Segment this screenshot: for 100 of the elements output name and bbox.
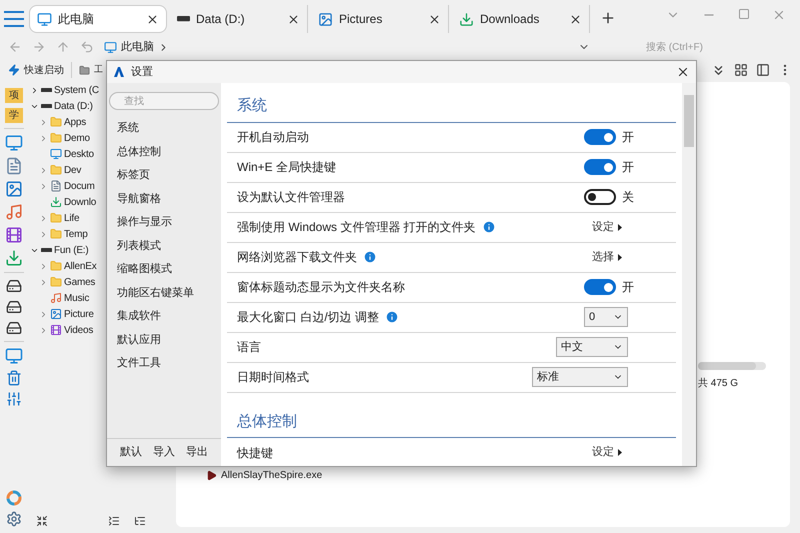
search-field[interactable]: 搜索 (Ctrl+F) <box>600 38 800 56</box>
caret-icon <box>618 224 622 230</box>
tree-item[interactable]: Life <box>64 210 80 226</box>
settings-icon[interactable] <box>6 511 22 527</box>
footer-button[interactable]: 导出 <box>186 444 208 461</box>
info-icon[interactable] <box>482 220 496 234</box>
tab-label: Data (D:) <box>196 11 246 28</box>
tree-item[interactable]: Videos <box>64 322 94 338</box>
desktop-icon[interactable] <box>5 134 23 152</box>
tree-item[interactable]: Deskto <box>64 146 94 162</box>
color-wheel-icon[interactable] <box>6 490 22 506</box>
document-icon <box>50 180 62 192</box>
tree-item[interactable]: Data (D:) <box>54 98 93 114</box>
folder-icon <box>50 132 62 144</box>
menu-button[interactable] <box>4 11 24 27</box>
outline-icon[interactable] <box>108 515 120 527</box>
tree-item[interactable]: Games <box>64 274 96 290</box>
link-button[interactable]: 设定 <box>592 444 622 461</box>
setting-label: 快捷键 <box>237 444 273 462</box>
music-icon[interactable] <box>5 203 23 221</box>
tab-label: 此电脑 <box>58 11 95 28</box>
control-panel-icon[interactable] <box>6 391 22 407</box>
picture-icon[interactable] <box>5 180 23 198</box>
pane-icon[interactable] <box>756 62 770 76</box>
close-icon[interactable] <box>146 12 159 26</box>
toggle-state: 开 <box>622 159 635 176</box>
tree-item[interactable]: Fun (E:) <box>54 242 89 258</box>
drive-icon[interactable] <box>6 320 22 336</box>
toggle-switch[interactable] <box>584 279 616 295</box>
tree-item[interactable]: Picture <box>64 306 94 322</box>
toggle-state: 开 <box>622 129 635 146</box>
download-icon[interactable] <box>5 249 23 267</box>
monitor-icon[interactable] <box>5 347 23 365</box>
tab[interactable]: Data (D:) <box>170 5 308 33</box>
dropdown[interactable]: 中文 <box>556 337 628 357</box>
toggle-switch[interactable] <box>584 189 616 205</box>
tab-label: Pictures <box>339 11 384 28</box>
tree-icon[interactable] <box>134 515 146 527</box>
nav-item[interactable]: 集成软件 <box>117 308 221 324</box>
document-icon[interactable] <box>5 157 23 175</box>
toolbar-button[interactable]: 快速启动 <box>24 62 64 78</box>
close-icon[interactable] <box>428 12 441 26</box>
grid-icon[interactable] <box>734 62 748 76</box>
tree-item[interactable]: Music <box>64 290 90 306</box>
file-name[interactable]: AllenSlayTheSpire.exe <box>221 468 322 483</box>
new-tab-icon[interactable] <box>600 10 616 26</box>
video-icon[interactable] <box>5 226 23 244</box>
setting-label: 强制使用 Windows 文件管理器 打开的文件夹 <box>237 219 476 236</box>
info-icon[interactable] <box>363 250 377 264</box>
tree-item[interactable]: Demo <box>64 130 90 146</box>
tab[interactable]: Pictures <box>311 5 449 33</box>
setting-label: 网络浏览器下载文件夹 <box>237 249 357 266</box>
setting-label: Win+E 全局快捷键 <box>237 159 336 176</box>
dropdown[interactable]: 0 <box>584 307 628 327</box>
breadcrumb[interactable]: 此电脑 <box>121 38 154 56</box>
collapsed-icon[interactable] <box>30 86 39 94</box>
footer-button[interactable]: 默认 <box>120 444 142 461</box>
tab-label: Downloads <box>480 11 540 28</box>
nav-item[interactable]: 默认应用 <box>117 332 221 348</box>
nav-item[interactable]: 列表模式 <box>117 238 221 254</box>
nav-item[interactable]: 缩略图模式 <box>117 261 221 277</box>
tree-item[interactable]: AllenEx <box>64 258 97 274</box>
recycle-bin-icon[interactable] <box>6 370 22 386</box>
close-icon[interactable] <box>676 65 690 79</box>
toggle-switch[interactable] <box>584 129 616 145</box>
dropdown[interactable]: 标准 <box>532 367 628 387</box>
drive-icon[interactable] <box>6 278 22 294</box>
tab[interactable]: 此电脑 <box>29 5 167 33</box>
close-icon[interactable] <box>287 12 300 26</box>
close-icon[interactable] <box>569 12 582 26</box>
tree-item[interactable]: System (C <box>54 82 99 98</box>
tree-item[interactable]: Temp <box>64 226 88 242</box>
setting-label: 日期时间格式 <box>237 369 309 386</box>
nav-item[interactable]: 标签页 <box>117 167 221 183</box>
drive-icon[interactable] <box>6 299 22 315</box>
nav-item[interactable]: 总体控制 <box>117 144 221 160</box>
toggle-switch[interactable] <box>584 159 616 175</box>
collapse-icon[interactable] <box>36 515 48 527</box>
drive-icon <box>41 104 52 108</box>
nav-item[interactable]: 操作与显示 <box>117 214 221 230</box>
tree-item[interactable]: Apps <box>64 114 86 130</box>
toolbar-button[interactable]: 工 <box>94 63 103 77</box>
info-icon[interactable] <box>385 310 400 324</box>
nav-item[interactable]: 文件工具 <box>117 355 221 371</box>
nav-item[interactable]: 导航窗格 <box>117 190 221 206</box>
tab[interactable]: Downloads <box>452 5 590 33</box>
nav-item[interactable]: 功能区右键菜单 <box>117 284 221 300</box>
folder-shortcut[interactable]: 学 <box>5 108 23 123</box>
link-button[interactable]: 设定 <box>592 218 622 236</box>
scrollbar[interactable] <box>682 83 696 466</box>
search-field[interactable]: 查找 <box>109 92 219 110</box>
setting-label: 最大化窗口 白边/切边 调整 <box>237 309 380 326</box>
maximize-icon[interactable] <box>738 8 750 20</box>
tree-item[interactable]: Dev <box>64 162 82 178</box>
nav-item[interactable]: 系统 <box>117 120 221 136</box>
link-button[interactable]: 选择 <box>592 248 622 266</box>
tree-item[interactable]: Docum <box>64 178 95 194</box>
footer-button[interactable]: 导入 <box>153 444 175 461</box>
tree-item[interactable]: Downlo <box>64 194 96 210</box>
folder-shortcut[interactable]: 项 <box>5 88 23 103</box>
